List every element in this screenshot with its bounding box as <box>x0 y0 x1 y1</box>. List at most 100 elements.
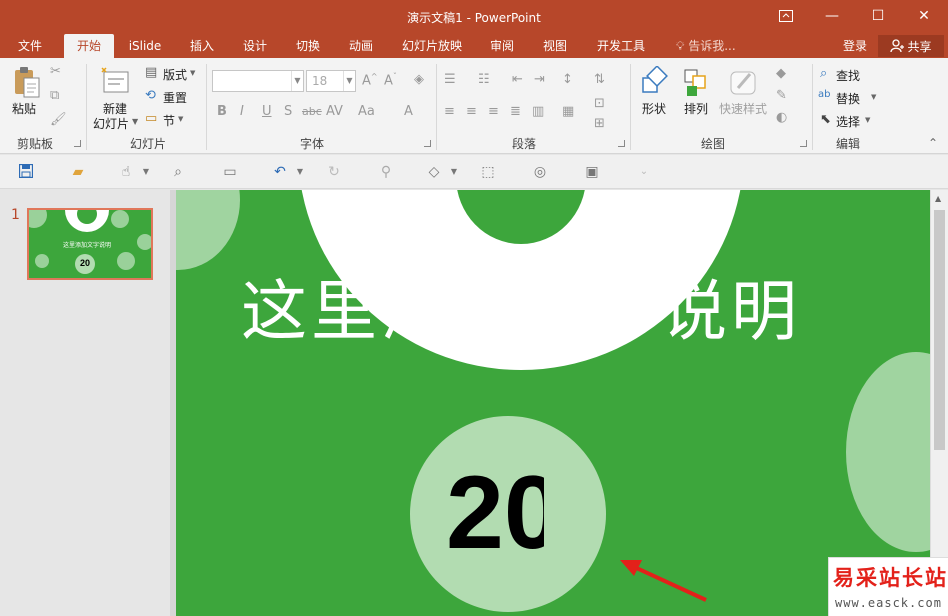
align-center-icon[interactable]: ≡ <box>466 104 477 119</box>
font-name-combo[interactable]: ▼ <box>212 70 304 92</box>
section-button[interactable]: 节 <box>163 112 175 129</box>
section-dropdown-icon[interactable]: ▼ <box>178 115 183 123</box>
character-spacing-icon[interactable]: AV <box>326 104 343 119</box>
font-launcher-icon[interactable] <box>424 140 431 147</box>
tell-me-box[interactable]: 💡︎ 告诉我... <box>676 34 736 58</box>
replace-dropdown-icon[interactable]: ▼ <box>871 93 876 101</box>
smartart-icon[interactable]: ⊞ <box>594 116 605 131</box>
layout-dropdown-icon[interactable]: ▼ <box>190 69 195 77</box>
drawing-launcher-icon[interactable] <box>800 140 807 147</box>
minimize-button[interactable]: — <box>809 0 855 32</box>
shape-effects-icon[interactable]: ◐ <box>776 110 787 125</box>
align-right-icon[interactable]: ≡ <box>488 104 499 119</box>
selection-pane-icon[interactable]: ⬚ <box>480 164 496 180</box>
open-folder-icon[interactable]: ▰ <box>70 164 86 180</box>
reset-button[interactable]: 重置 <box>163 89 187 106</box>
clear-formatting-icon[interactable]: ◈ <box>414 72 424 87</box>
close-button[interactable]: ✕ <box>901 0 947 32</box>
print-preview-icon[interactable]: ⌕ <box>170 164 186 180</box>
shape-fill-icon[interactable]: ◆ <box>776 66 786 81</box>
italic-icon[interactable]: I <box>240 104 244 119</box>
tab-animations[interactable]: 动画 <box>339 34 383 58</box>
collapse-ribbon-icon[interactable]: ⌃ <box>928 136 938 150</box>
bold-icon[interactable]: B <box>217 104 227 119</box>
slide-number-textbox[interactable]: 20 <box>446 458 544 568</box>
slide-title-text[interactable]: 这里添加文字说明 <box>176 258 866 354</box>
decrease-font-icon[interactable]: Aˇ <box>384 72 397 88</box>
tab-design[interactable]: 设计 <box>233 34 277 58</box>
tab-view[interactable]: 视图 <box>533 34 577 58</box>
change-case-icon[interactable]: Aa <box>358 104 375 119</box>
paste-icon <box>15 67 40 98</box>
slide-canvas[interactable]: 这里添加文字说明 20 <box>176 190 930 616</box>
bullets-icon[interactable]: ☰ <box>444 72 456 87</box>
replace-button[interactable]: 替换 <box>836 90 860 107</box>
share-button[interactable]: 共享 <box>878 35 944 57</box>
increase-indent-icon[interactable]: ⇥ <box>534 72 545 87</box>
customize-qat-icon[interactable]: ⌄ <box>636 164 652 180</box>
touch-mode-icon[interactable]: ☝ <box>118 164 134 180</box>
cut-icon[interactable]: ✂ <box>50 64 61 79</box>
select-button[interactable]: 选择 <box>836 113 860 130</box>
decrease-indent-icon[interactable]: ⇤ <box>512 72 523 87</box>
redo-icon[interactable]: ↻ <box>326 164 342 180</box>
underline-icon[interactable]: U <box>262 104 272 119</box>
tab-file[interactable]: 文件 <box>8 34 52 58</box>
align-left-icon[interactable]: ≡ <box>444 104 455 119</box>
tab-review[interactable]: 审阅 <box>480 34 524 58</box>
new-slide-button[interactable] <box>100 66 130 96</box>
picture-icon[interactable]: ▣ <box>584 164 600 180</box>
layout-button[interactable]: 版式 <box>163 66 187 83</box>
numbering-icon[interactable]: ☷ <box>478 72 490 87</box>
slide-thumbnail[interactable]: 这里添加文字说明 20 <box>27 208 153 280</box>
strikethrough-icon[interactable]: abc <box>302 105 322 118</box>
tab-developer[interactable]: 开发工具 <box>590 34 652 58</box>
arrange-button[interactable] <box>683 66 711 98</box>
section-icon: ▭ <box>145 111 158 126</box>
tab-transitions[interactable]: 切换 <box>286 34 330 58</box>
slide-thumbnail-pane: 1 这里添加文字说明 20 <box>0 190 170 616</box>
scroll-up-icon[interactable]: ▲ <box>935 194 941 203</box>
shape-button[interactable] <box>640 65 672 98</box>
undo-icon[interactable]: ↶ <box>272 164 288 180</box>
text-direction-icon[interactable]: ⇅ <box>594 72 605 87</box>
new-slide-dropdown-icon[interactable]: ▼ <box>132 117 138 126</box>
quick-styles-button[interactable] <box>728 66 760 98</box>
chevron-down-icon[interactable]: ▼ <box>292 164 308 180</box>
select-dropdown-icon[interactable]: ▼ <box>865 116 870 124</box>
maximize-button[interactable]: ☐ <box>855 0 901 32</box>
paragraph-launcher-icon[interactable] <box>618 140 625 147</box>
tab-home[interactable]: 开始 <box>64 34 114 58</box>
clipboard-launcher-icon[interactable] <box>74 140 81 147</box>
format-painter-icon[interactable]: ⚲ <box>378 164 394 180</box>
justify-icon[interactable]: ≣ <box>510 104 521 119</box>
columns-icon[interactable]: ▦ <box>562 104 574 119</box>
user-icon <box>890 39 905 53</box>
shape-outline-icon[interactable]: ✎ <box>776 88 787 103</box>
drawing-group-label: 绘图 <box>700 137 725 151</box>
format-painter-icon[interactable]: 🖌︎ <box>50 112 67 127</box>
save-icon[interactable] <box>18 163 34 180</box>
text-shadow-icon[interactable]: S <box>284 104 292 119</box>
line-spacing-icon[interactable]: ↕ <box>562 72 573 87</box>
copy-icon[interactable]: ⧉ <box>50 88 59 103</box>
scrollbar-thumb[interactable] <box>934 210 945 450</box>
shapes-icon[interactable]: ◇ <box>426 164 442 180</box>
chevron-down-icon[interactable]: ▼ <box>446 164 462 180</box>
vertical-scrollbar[interactable]: ▲ <box>930 190 948 616</box>
font-color-icon[interactable]: A <box>404 104 413 119</box>
font-size-combo[interactable]: 18 ▼ <box>306 70 356 92</box>
merge-shapes-icon[interactable]: ◎ <box>532 164 548 180</box>
slideshow-icon[interactable]: ▭ <box>222 164 238 180</box>
tab-slide-show[interactable]: 幻灯片放映 <box>394 34 470 58</box>
tab-insert[interactable]: 插入 <box>180 34 224 58</box>
increase-font-icon[interactable]: A^ <box>362 72 378 88</box>
tab-islide[interactable]: iSlide <box>122 34 168 58</box>
ribbon-display-options-button[interactable] <box>763 0 809 32</box>
align-text-icon[interactable]: ⊡ <box>594 96 605 111</box>
paste-button[interactable] <box>12 66 42 100</box>
find-button[interactable]: 查找 <box>836 67 860 84</box>
chevron-down-icon[interactable]: ▼ <box>138 164 154 180</box>
login-link[interactable]: 登录 <box>843 34 867 58</box>
distributed-icon[interactable]: ▥ <box>532 104 544 119</box>
